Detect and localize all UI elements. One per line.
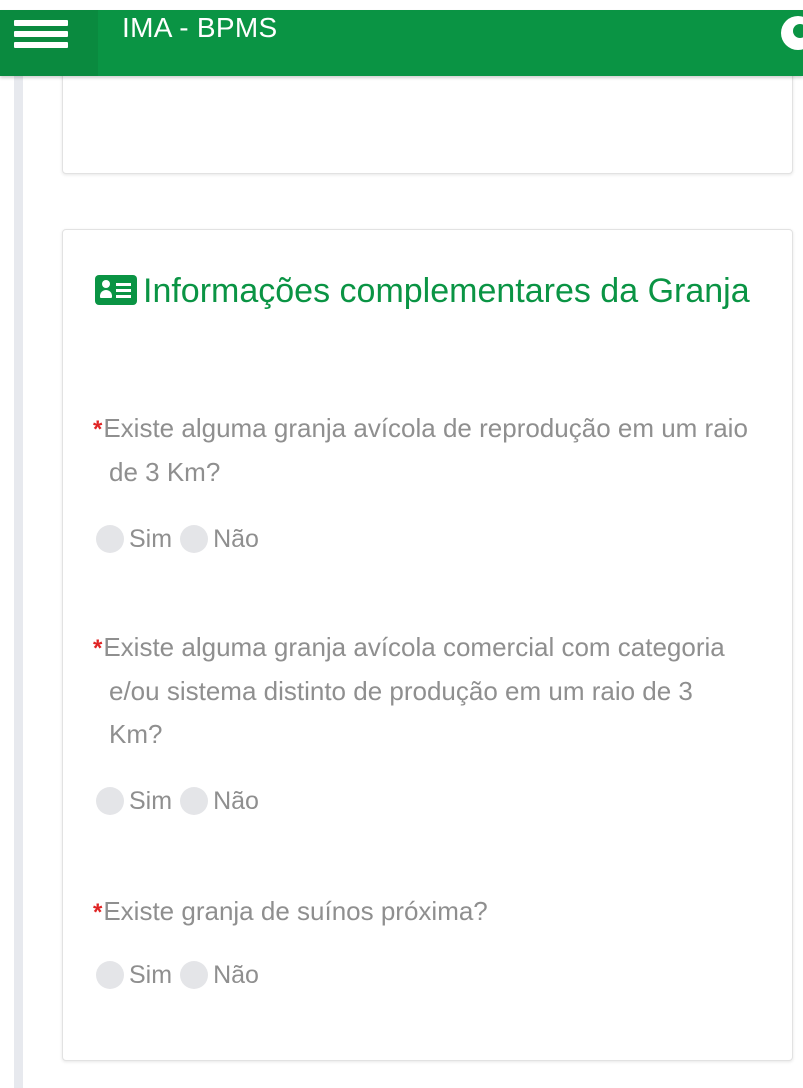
radio-option-sim[interactable]: Sim <box>96 525 172 554</box>
radio-label-nao: Não <box>213 960 259 989</box>
radio-button[interactable] <box>96 961 124 989</box>
hamburger-menu-icon[interactable] <box>14 20 70 48</box>
question-text: Existe granja de suínos próxima? <box>103 896 488 926</box>
radio-button[interactable] <box>96 787 124 815</box>
app-bar: IMA - BPMS <box>0 10 803 76</box>
radio-button[interactable] <box>180 787 209 815</box>
radio-option-nao[interactable]: Não <box>180 787 259 816</box>
id-card-icon <box>95 275 137 305</box>
radio-option-sim[interactable]: Sim <box>96 961 172 990</box>
radio-label-nao: Não <box>213 786 259 815</box>
question-commercial-farm: *Existe alguma granja avícola comercial … <box>93 626 749 756</box>
question-text: Existe alguma granja avícola comercial c… <box>103 632 725 749</box>
left-side-rail <box>14 76 23 1088</box>
radio-option-nao[interactable]: Não <box>180 525 259 554</box>
app-title: IMA - BPMS <box>122 12 278 43</box>
radio-option-sim[interactable]: Sim <box>96 787 172 816</box>
required-asterisk: * <box>93 899 103 926</box>
section-title-text: Informações complementares da Granja <box>143 272 750 310</box>
top-status-strip <box>0 0 803 10</box>
radio-group-swine-farm: Sim Não <box>96 960 267 990</box>
radio-label-sim: Sim <box>129 524 173 553</box>
question-reproduction-farm: *Existe alguma granja avícola de reprodu… <box>93 407 749 494</box>
radio-label-sim: Sim <box>129 960 173 989</box>
complementary-info-card: Informações complementares da Granja *Ex… <box>62 229 793 1061</box>
radio-group-commercial-farm: Sim Não <box>96 786 267 816</box>
question-swine-farm: *Existe granja de suínos próxima? <box>93 890 749 934</box>
radio-button[interactable] <box>180 525 209 553</box>
radio-group-reproduction-farm: Sim Não <box>96 524 267 554</box>
question-text: Existe alguma granja avícola de reproduç… <box>103 413 748 487</box>
radio-button[interactable] <box>180 961 209 989</box>
user-avatar-icon[interactable] <box>781 16 803 50</box>
required-asterisk: * <box>93 635 103 662</box>
radio-option-nao[interactable]: Não <box>180 961 259 990</box>
section-title: Informações complementares da Granja <box>95 266 755 317</box>
required-asterisk: * <box>93 416 103 443</box>
radio-label-sim: Sim <box>129 786 173 815</box>
radio-button[interactable] <box>96 525 124 553</box>
previous-section-card <box>62 60 793 174</box>
menu-button[interactable] <box>0 10 98 76</box>
radio-label-nao: Não <box>213 524 259 553</box>
